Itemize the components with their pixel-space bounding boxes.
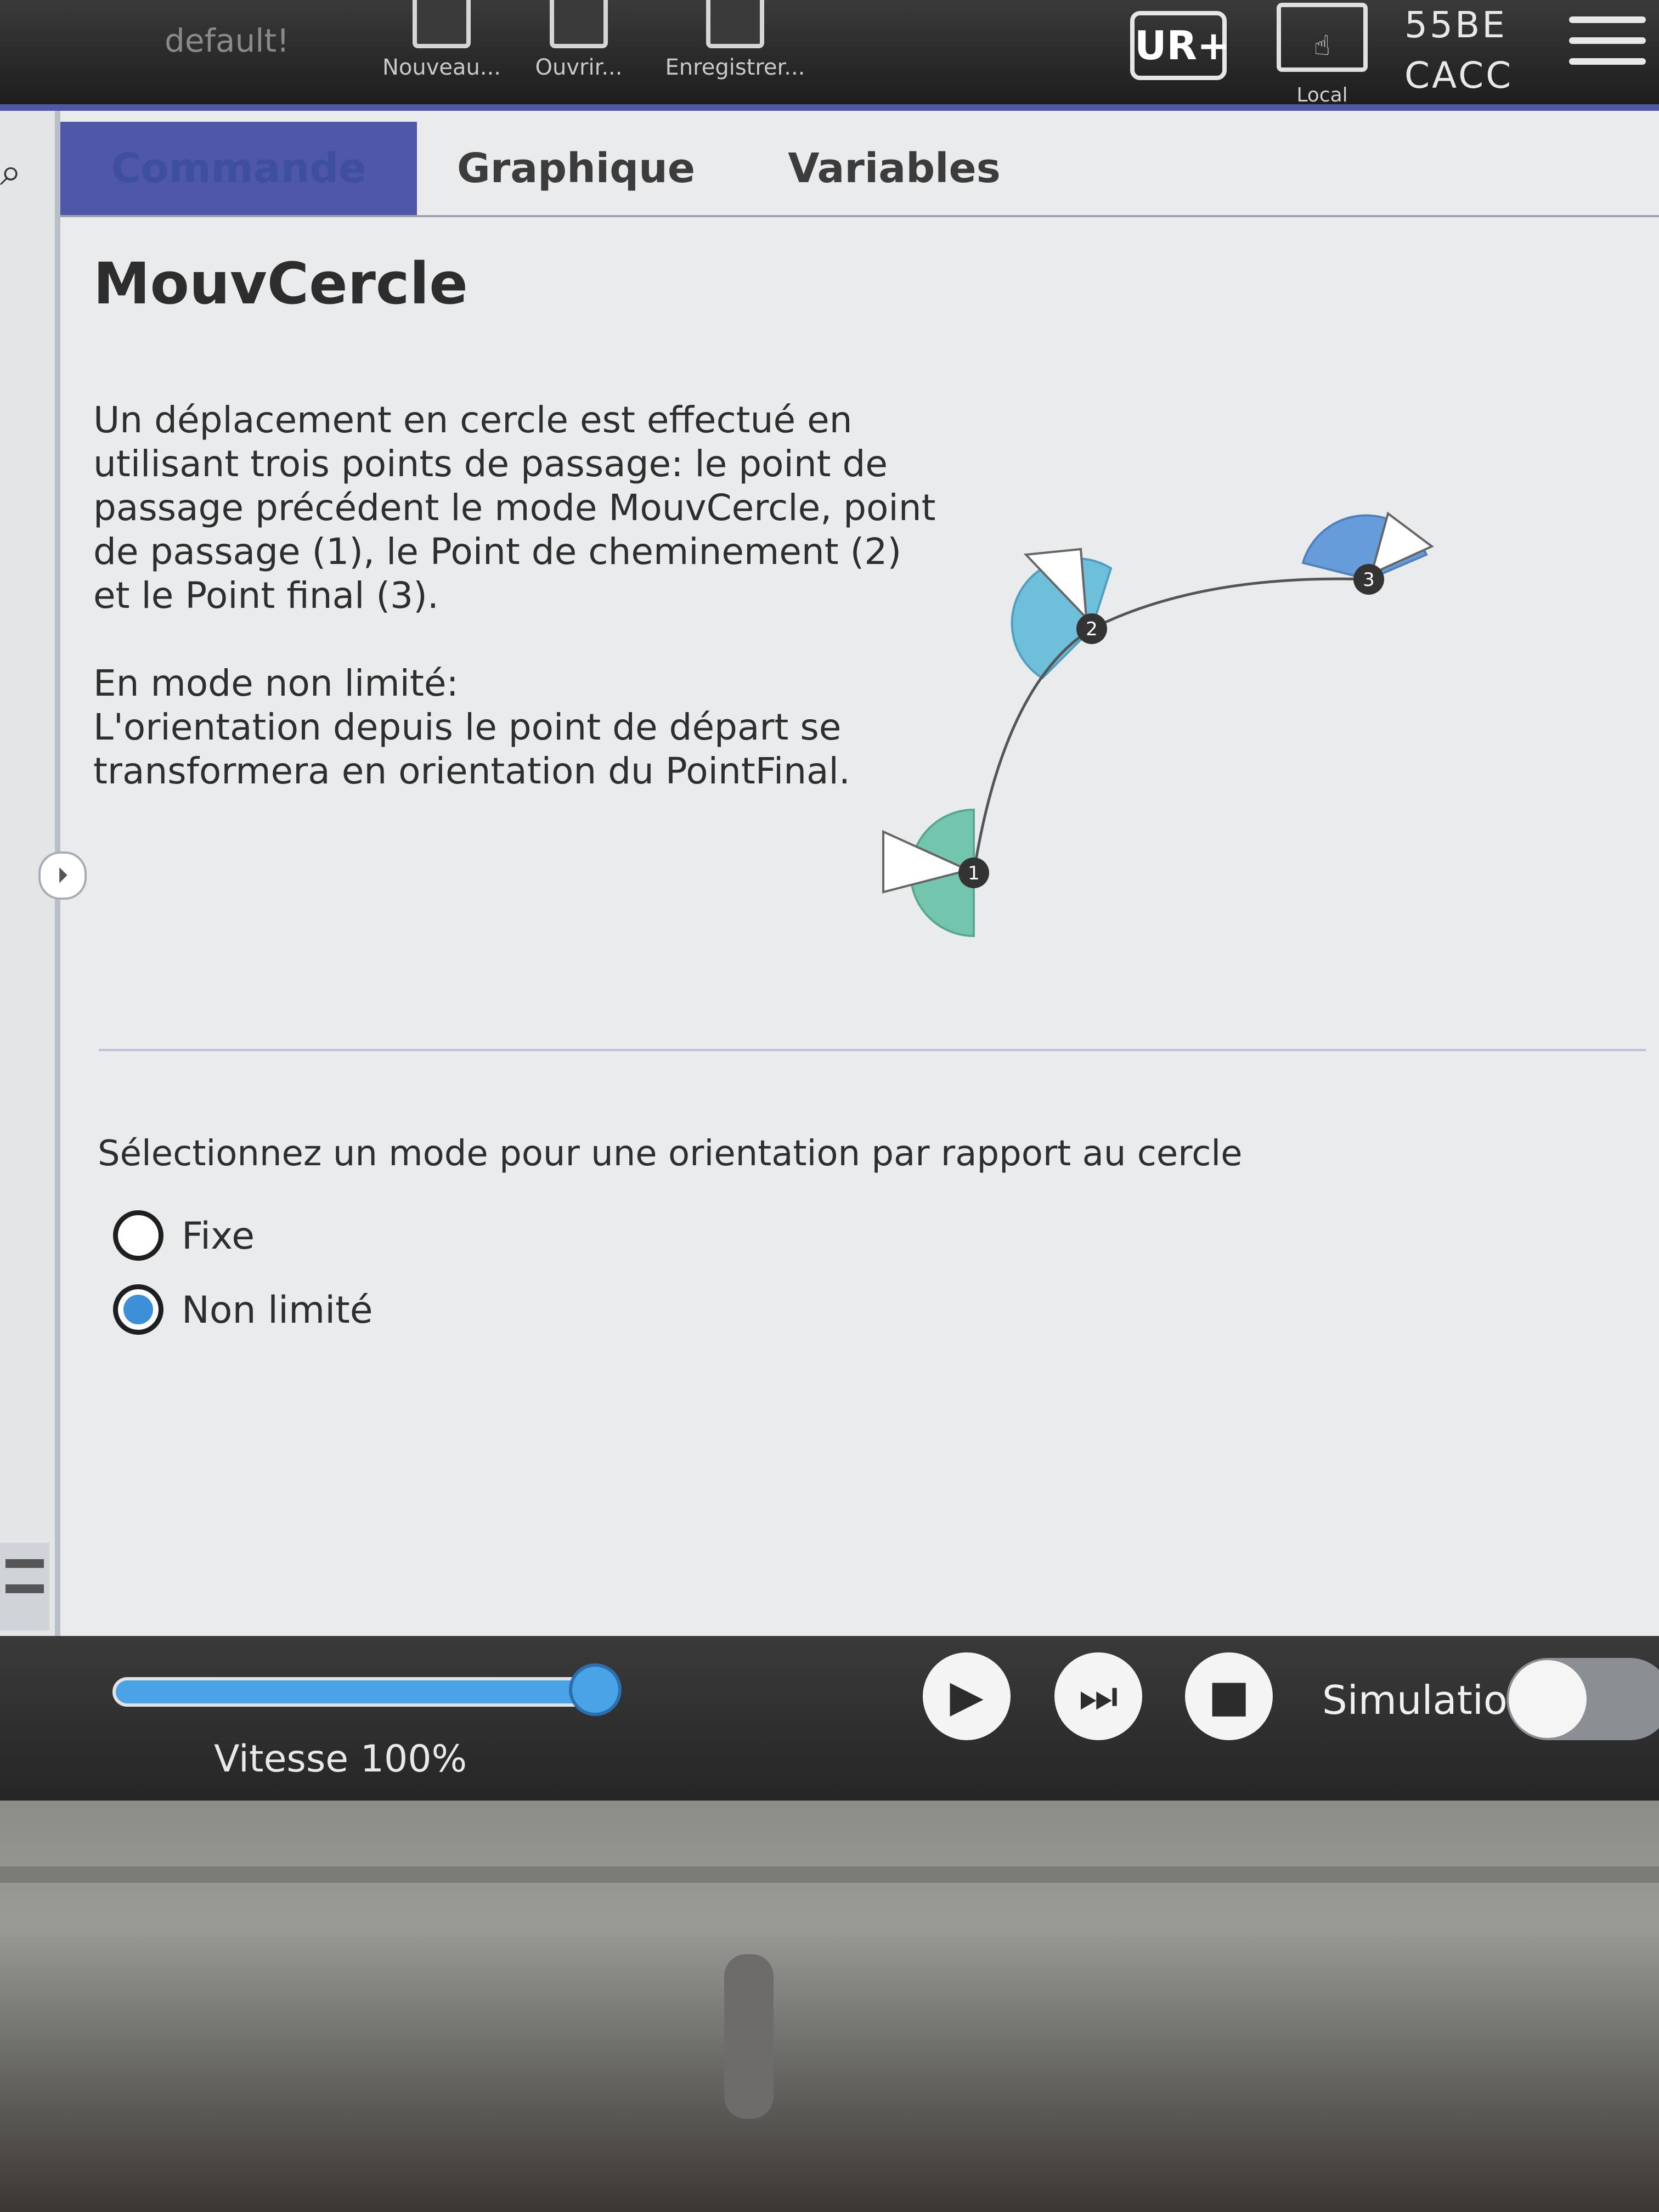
robot-name: 55BE CACC <box>1404 0 1513 101</box>
simulation-label: Simulation <box>1322 1677 1533 1723</box>
radio-option-non-limite[interactable]: Non limité <box>113 1284 607 1345</box>
radio-non-limite-label[interactable]: Non limité <box>182 1289 373 1332</box>
open-button[interactable]: Ouvrir... <box>510 0 647 110</box>
header-bar: default! Nouveau... Ouvrir... Enregistre… <box>0 0 1659 110</box>
speed-label: Vitesse 100% <box>214 1737 467 1781</box>
new-button-label: Nouveau... <box>382 55 501 80</box>
section-divider <box>99 1049 1646 1051</box>
save-button[interactable]: Enregistrer... <box>658 0 812 110</box>
step-icon: ⏭ <box>1079 1671 1118 1722</box>
arc-path <box>966 530 1278 985</box>
step-button[interactable]: ⏭ <box>1054 1652 1142 1740</box>
waypoint-1-label: 1 <box>968 862 980 884</box>
stop-button[interactable]: ■ <box>1185 1652 1273 1740</box>
mode-heading-text: En mode non limité: <box>93 662 459 704</box>
waypoint-2-label: 2 <box>1086 618 1098 640</box>
radio-non-limite[interactable] <box>113 1284 163 1335</box>
main-screen: ⌕ ⏵ Commande Graphique Variables MouvCer… <box>0 111 1659 1636</box>
hamburger-menu-icon[interactable] <box>1569 16 1646 79</box>
header-accent-line <box>0 104 1659 111</box>
play-icon: ▶ <box>950 1671 984 1722</box>
program-tree-icon[interactable] <box>0 1543 49 1630</box>
circle-move-diagram: 1 2 3 <box>882 511 1434 985</box>
description-text: Un déplacement en cercle est effectué en… <box>93 399 936 617</box>
simulation-toggle-knob[interactable] <box>1509 1660 1587 1738</box>
save-disk-icon <box>706 0 764 48</box>
urcaps-icon[interactable]: UR+ <box>1130 11 1230 80</box>
speed-slider[interactable] <box>112 1677 595 1707</box>
save-button-label: Enregistrer... <box>665 55 805 80</box>
radio-option-fixe[interactable]: Fixe <box>113 1210 607 1271</box>
robot-name-line2: CACC <box>1404 54 1514 97</box>
command-panel: MouvCercle Un déplacement en cercle est … <box>60 217 1659 1636</box>
radio-fixe-label[interactable]: Fixe <box>182 1215 255 1258</box>
tab-variables[interactable]: Variables <box>735 122 1053 215</box>
stop-icon: ■ <box>1208 1671 1250 1722</box>
new-file-icon <box>413 0 471 48</box>
local-label: Local <box>1296 84 1348 106</box>
local-mode-button[interactable]: ☝ Local <box>1273 3 1372 112</box>
speed-slider-handle[interactable] <box>569 1663 622 1716</box>
robot-name-line1: 55BE <box>1404 4 1507 46</box>
bezel-ridge <box>0 1866 1659 1883</box>
search-icon[interactable]: ⌕ <box>0 149 22 194</box>
tab-commande[interactable]: Commande <box>60 122 417 215</box>
orientation-prompt: Sélectionnez un mode pour une orientatio… <box>98 1133 1243 1174</box>
tab-bar: Commande Graphique Variables <box>60 122 1659 217</box>
hand-pointer-icon: ☝ <box>1277 3 1368 72</box>
bezel-hook <box>724 1954 774 2119</box>
footer-bar: Vitesse 100% ▶ ⏭ ■ Simulation <box>0 1636 1659 1801</box>
open-folder-icon <box>550 0 608 48</box>
tab-graphique[interactable]: Graphique <box>417 122 735 215</box>
speed-slider-fill <box>116 1680 592 1703</box>
simulation-toggle[interactable] <box>1506 1658 1659 1740</box>
mode-description-text: L'orientation depuis le point de départ … <box>93 706 850 792</box>
play-button[interactable]: ▶ <box>923 1652 1011 1740</box>
open-button-label: Ouvrir... <box>535 55 623 80</box>
page-title: MouvCercle <box>93 250 468 317</box>
new-button[interactable]: Nouveau... <box>373 0 510 110</box>
device-bezel <box>0 1801 1659 2212</box>
radio-fixe[interactable] <box>113 1210 163 1261</box>
project-name: default! <box>165 22 290 59</box>
waypoint-3-label: 3 <box>1363 569 1375 591</box>
